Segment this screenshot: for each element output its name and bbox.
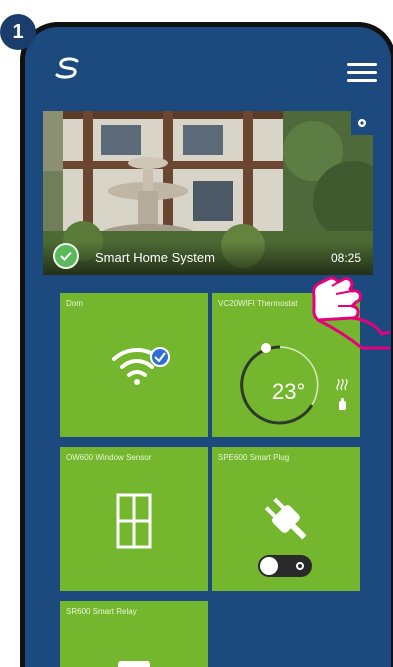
hand-icon [339,398,346,410]
tile-label: SR600 Smart Relay [66,607,137,616]
window-icon [116,493,152,549]
switch-indicator [296,562,304,570]
hamburger-menu-icon[interactable] [347,63,377,87]
temperature-value: 23° [272,379,306,404]
heat-waves-icon [336,378,348,391]
tile-smart-plug[interactable]: SPE600 Smart Plug [212,447,360,591]
gear-icon[interactable] [351,111,373,135]
step-badge: 1 [0,14,36,50]
app-header [25,27,391,107]
banner-time: 08:25 [330,251,361,265]
check-icon [53,243,79,269]
tile-smart-relay[interactable]: SR600 Smart Relay [60,601,208,667]
banner-title: Smart Home System [95,250,215,265]
tile-label: SPE600 Smart Plug [218,453,290,462]
tile-window-sensor[interactable]: OW600 Window Sensor [60,447,208,591]
home-banner[interactable]: Smart Home System 08:25 [43,111,373,275]
plug-icon [264,497,307,540]
wifi-icon [112,347,170,385]
switch-knob [260,557,278,575]
plug-toggle-switch[interactable] [258,555,312,577]
tile-label: Dom [66,299,83,308]
relay-icon [118,661,150,667]
pointing-hand-icon [312,276,391,350]
salus-logo-icon[interactable] [53,57,83,84]
tile-label: OW600 Window Sensor [66,453,152,462]
tile-dom[interactable]: Dom [60,293,208,437]
